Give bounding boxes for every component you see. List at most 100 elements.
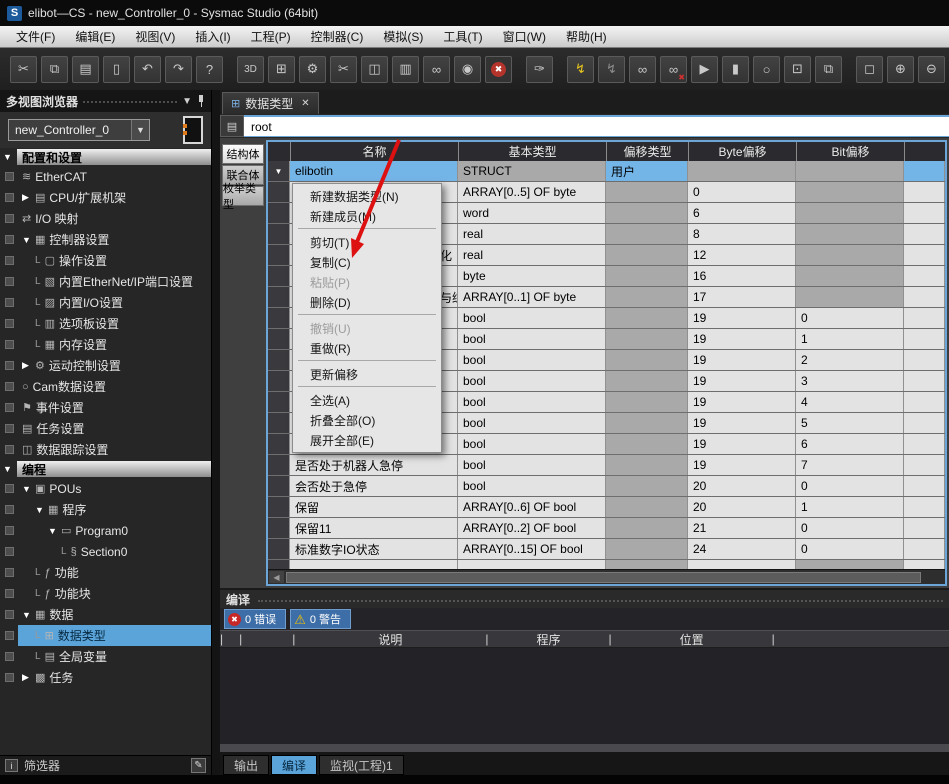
sidebar-item-操作设置[interactable]: L▢操作设置 [0,250,211,271]
column-header-名称[interactable]: 名称 [290,142,458,161]
cell-base-type[interactable]: bool [458,413,606,433]
context-menu-item-复制(C)[interactable]: 复制(C) [293,252,441,272]
cell-offset-type[interactable] [606,413,688,433]
cell-byte-offset[interactable]: 19 [688,434,796,454]
cell-name[interactable]: 标准数字IO状态 [290,539,458,559]
cell-base-type[interactable]: bool [458,392,606,412]
cell-byte-offset[interactable]: 19 [688,392,796,412]
context-menu-item-折叠全部(O)[interactable]: 折叠全部(O) [293,410,441,430]
table-search-icon[interactable]: ▥ [392,56,419,83]
error-count-badge[interactable]: ✖ 0 错误 [224,609,286,629]
cell-base-type[interactable]: real [458,245,606,265]
search-window-icon[interactable]: ◫ [361,56,388,83]
edit-mode-icon[interactable]: ✑ [526,56,553,83]
fit-zoom-icon[interactable]: ◻ [856,56,883,83]
cell-offset-type[interactable] [606,308,688,328]
cell-name[interactable] [290,560,458,569]
cell-base-type[interactable]: bool [458,455,606,475]
chevron-down-icon[interactable]: ▼ [131,120,149,140]
help-icon[interactable]: ? [196,56,223,83]
cell-offset-type[interactable]: 用户 [606,161,688,181]
column-header-Byte偏移[interactable]: Byte偏移 [688,142,796,161]
sidebar-item-内置I/O设置[interactable]: L▨内置I/O设置 [0,292,211,313]
cell-offset-type[interactable] [606,350,688,370]
transfer-from-controller-icon[interactable]: ⧉ [815,56,842,83]
menu-item-10[interactable]: 帮助(H) [556,25,617,48]
sidebar-item-功能[interactable]: Lƒ功能 [0,562,211,583]
cell-byte-offset[interactable] [688,560,796,569]
cell-offset-type[interactable] [606,392,688,412]
cell-base-type[interactable]: byte [458,266,606,286]
cell-byte-offset[interactable]: 24 [688,539,796,559]
tree-expander-icon[interactable]: ▼ [22,235,31,245]
menu-item-8[interactable]: 工具(T) [433,25,492,48]
zoom-in-icon[interactable]: ⊕ [887,56,914,83]
cell-base-type[interactable]: ARRAY[0..5] OF byte [458,182,606,202]
binoculars-icon[interactable]: ◉ [454,56,481,83]
controller-select[interactable]: new_Controller_0 ▼ [8,119,150,141]
sidebar-splitter[interactable] [212,90,220,775]
tree-expander-icon[interactable]: ▶ [22,672,31,683]
bottom-tab-编译[interactable]: 编译 [271,755,317,775]
cell-offset-type[interactable] [606,287,688,307]
row-expander-cell[interactable]: ▼ [268,161,290,181]
scroll-left-icon[interactable]: ◀ [269,571,284,583]
warning-count-badge[interactable]: ⚠ 0 警告 [290,609,351,629]
column-header-Bit偏移[interactable]: Bit偏移 [796,142,904,161]
filter-bar[interactable]: i 筛选器 ✎ [0,755,211,775]
context-menu-item-更新偏移[interactable]: 更新偏移 [293,364,441,384]
cell-byte-offset[interactable]: 6 [688,203,796,223]
namespace-field[interactable]: root [244,115,949,137]
cell-byte-offset[interactable]: 12 [688,245,796,265]
tree-section-1[interactable]: ▼配置和设置 [0,148,211,166]
cell-base-type[interactable]: ARRAY[0..2] OF bool [458,518,606,538]
menu-item-9[interactable]: 窗口(W) [493,25,556,48]
cell-bit-offset[interactable] [796,182,904,202]
cell-base-type[interactable]: bool [458,476,606,496]
filter-edit-icon[interactable]: ✎ [191,758,206,773]
cell-bit-offset[interactable]: 0 [796,539,904,559]
window-layout-icon[interactable]: ⊞ [268,56,295,83]
cell-bit-offset[interactable]: 7 [796,455,904,475]
cell-byte-offset[interactable]: 19 [688,413,796,433]
menu-item-7[interactable]: 模拟(S) [373,25,433,48]
tab-data-types[interactable]: ⊞ 数据类型 ✕ [222,92,319,114]
cell-bit-offset[interactable]: 0 [796,476,904,496]
cell-offset-type[interactable] [606,266,688,286]
context-menu-item-剪切(T)[interactable]: 剪切(T) [293,232,441,252]
cell-bit-offset[interactable]: 5 [796,413,904,433]
menu-item-4[interactable]: 插入(I) [185,25,240,48]
side-tab-结构体[interactable]: 结构体 [222,144,264,164]
menu-item-5[interactable]: 工程(P) [241,25,301,48]
undo-icon[interactable]: ↶ [134,56,161,83]
cell-offset-type[interactable] [606,497,688,517]
cell-base-type[interactable]: bool [458,434,606,454]
sidebar-item-POUs[interactable]: ▼▣POUs [0,478,211,499]
cell-offset-type[interactable] [606,203,688,223]
cell-offset-type[interactable] [606,245,688,265]
cell-byte-offset[interactable]: 17 [688,287,796,307]
3d-view-icon[interactable]: 3D [237,56,264,83]
sidebar-item-任务[interactable]: ▶▩任务 [0,667,211,688]
cell-base-type[interactable]: ARRAY[0..1] OF byte [458,287,606,307]
sidebar-item-数据[interactable]: ▼▦数据 [0,604,211,625]
cell-bit-offset[interactable]: 1 [796,329,904,349]
sidebar-item-Section0[interactable]: L§Section0 [0,541,211,562]
close-icon[interactable]: ✕ [301,98,309,109]
cell-bit-offset[interactable] [796,203,904,223]
cell-name[interactable]: elibotin [290,161,458,181]
context-menu-item-展开全部(E)[interactable]: 展开全部(E) [293,430,441,450]
cell-base-type[interactable]: ARRAY[0..6] OF bool [458,497,606,517]
cell-base-type[interactable]: bool [458,371,606,391]
cell-byte-offset[interactable]: 19 [688,350,796,370]
column-header-基本类型[interactable]: 基本类型 [458,142,606,161]
column-header-偏移类型[interactable]: 偏移类型 [606,142,688,161]
cell-byte-offset[interactable]: 19 [688,455,796,475]
bottom-tab-监视(工程)1[interactable]: 监视(工程)1 [319,755,404,775]
sidebar-item-内存设置[interactable]: L▦内存设置 [0,334,211,355]
context-menu-item-新建成员(M)[interactable]: 新建成员(M) [293,206,441,226]
cell-name[interactable]: 保留11 [290,518,458,538]
sidebar-item-任务设置[interactable]: ▤任务设置 [0,418,211,439]
sidebar-item-Program0[interactable]: ▼▭Program0 [0,520,211,541]
section-expander-icon[interactable]: ▼ [3,464,13,474]
